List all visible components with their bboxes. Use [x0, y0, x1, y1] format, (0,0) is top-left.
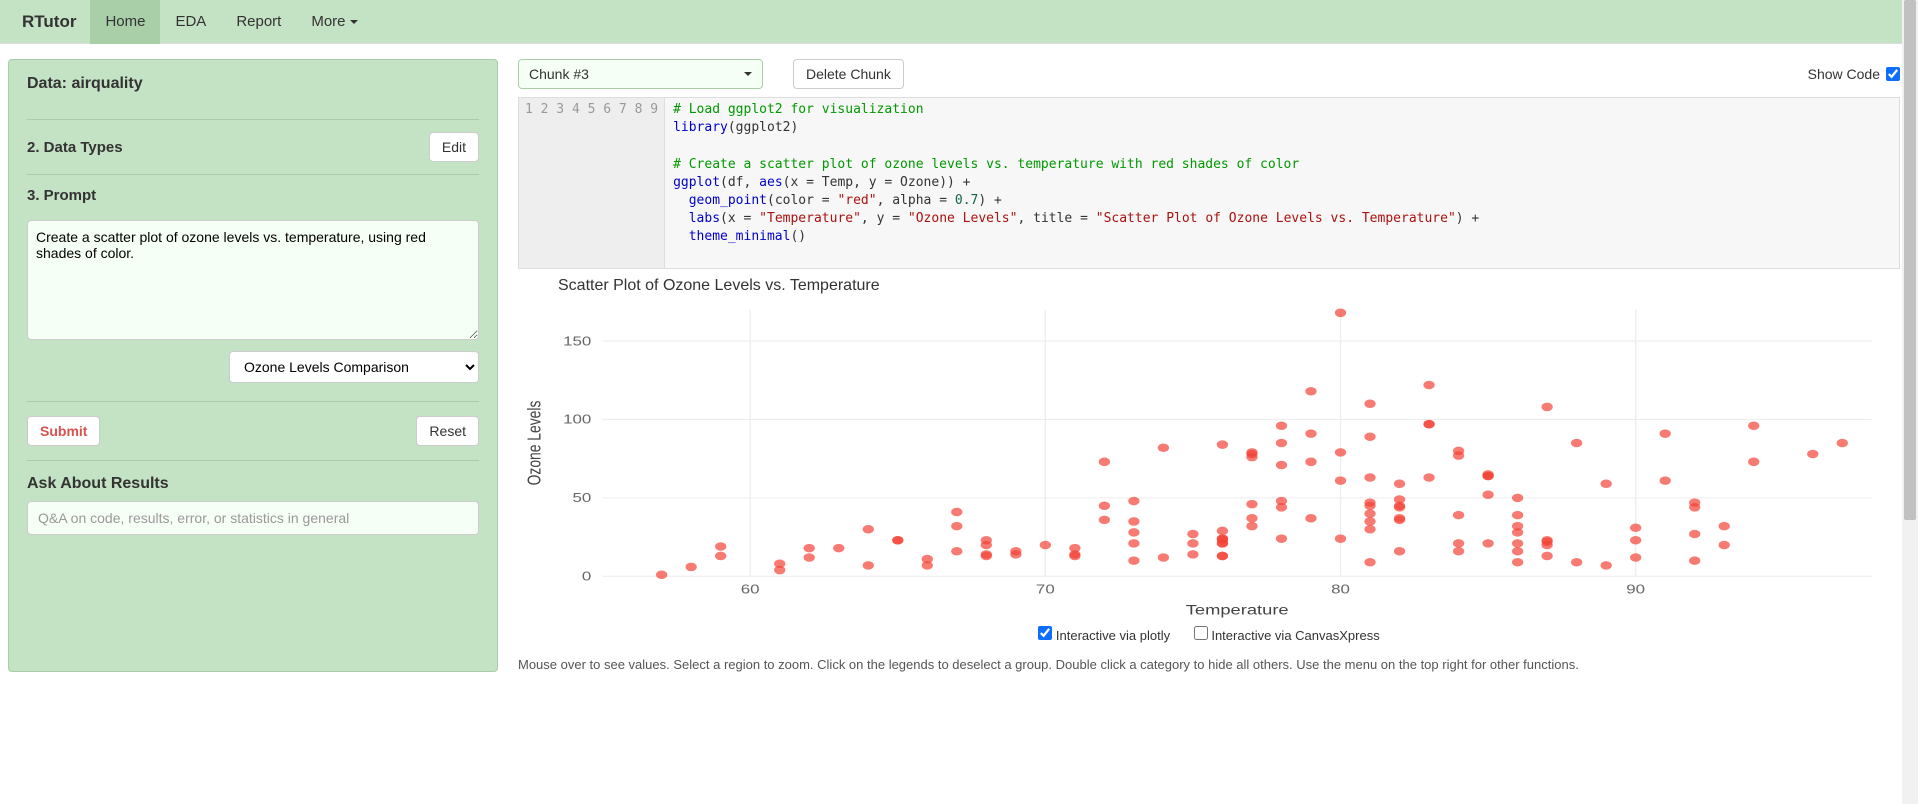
chart-hint: Mouse over to see values. Select a regio…: [518, 657, 1900, 672]
prompt-textarea[interactable]: [27, 220, 479, 340]
main-panel: Chunk #3 Delete Chunk Show Code 1 2 3 4 …: [518, 59, 1910, 672]
svg-text:0: 0: [582, 569, 591, 584]
canvasxpress-checkbox[interactable]: [1194, 626, 1208, 640]
svg-text:150: 150: [563, 334, 591, 349]
plotly-checkbox[interactable]: [1038, 626, 1052, 640]
delete-chunk-button[interactable]: Delete Chunk: [793, 59, 904, 89]
navbar: RTutor Home EDA Report More: [0, 0, 1918, 44]
data-types-label: 2. Data Types: [27, 139, 123, 156]
nav-eda[interactable]: EDA: [160, 0, 221, 44]
svg-text:100: 100: [563, 412, 591, 427]
canvasxpress-option[interactable]: Interactive via CanvasXpress: [1194, 628, 1380, 643]
svg-text:80: 80: [1331, 582, 1350, 597]
plotly-option[interactable]: Interactive via plotly: [1038, 628, 1170, 643]
example-select[interactable]: Ozone Levels Comparison: [229, 351, 479, 383]
svg-text:50: 50: [573, 491, 592, 506]
chunk-select[interactable]: Chunk #3: [518, 59, 763, 89]
nav-more[interactable]: More: [296, 0, 372, 44]
show-code-label: Show Code: [1808, 66, 1880, 82]
caret-down-icon: [350, 20, 358, 24]
code-editor[interactable]: 1 2 3 4 5 6 7 8 9 # Load ggplot2 for vis…: [518, 97, 1900, 269]
svg-text:Ozone Levels: Ozone Levels: [525, 400, 545, 485]
svg-text:70: 70: [1036, 582, 1055, 597]
sidebar-panel: Data: airquality 2. Data Types Edit 3. P…: [8, 59, 498, 672]
prompt-label: 3. Prompt: [27, 187, 96, 204]
svg-text:90: 90: [1626, 582, 1645, 597]
svg-text:60: 60: [741, 582, 760, 597]
reset-button[interactable]: Reset: [416, 416, 479, 446]
submit-button[interactable]: Submit: [27, 416, 100, 446]
chart-title: Scatter Plot of Ozone Levels vs. Tempera…: [558, 277, 1900, 295]
scatter-chart[interactable]: 60 70 80 90 0 50 100 150 Temperature Ozone Levels: [518, 299, 1900, 619]
ask-heading: Ask About Results: [27, 475, 479, 493]
edit-button[interactable]: Edit: [429, 132, 479, 162]
nav-report[interactable]: Report: [221, 0, 296, 44]
brand-logo: RTutor: [8, 12, 90, 32]
caret-down-icon: [744, 72, 752, 76]
nav-home[interactable]: Home: [90, 0, 160, 44]
data-heading: Data: airquality: [27, 75, 143, 93]
show-code-checkbox[interactable]: [1886, 67, 1900, 81]
ask-input[interactable]: [27, 501, 479, 535]
vertical-scrollbar[interactable]: [1902, 0, 1918, 804]
svg-text:Temperature: Temperature: [1186, 602, 1289, 617]
